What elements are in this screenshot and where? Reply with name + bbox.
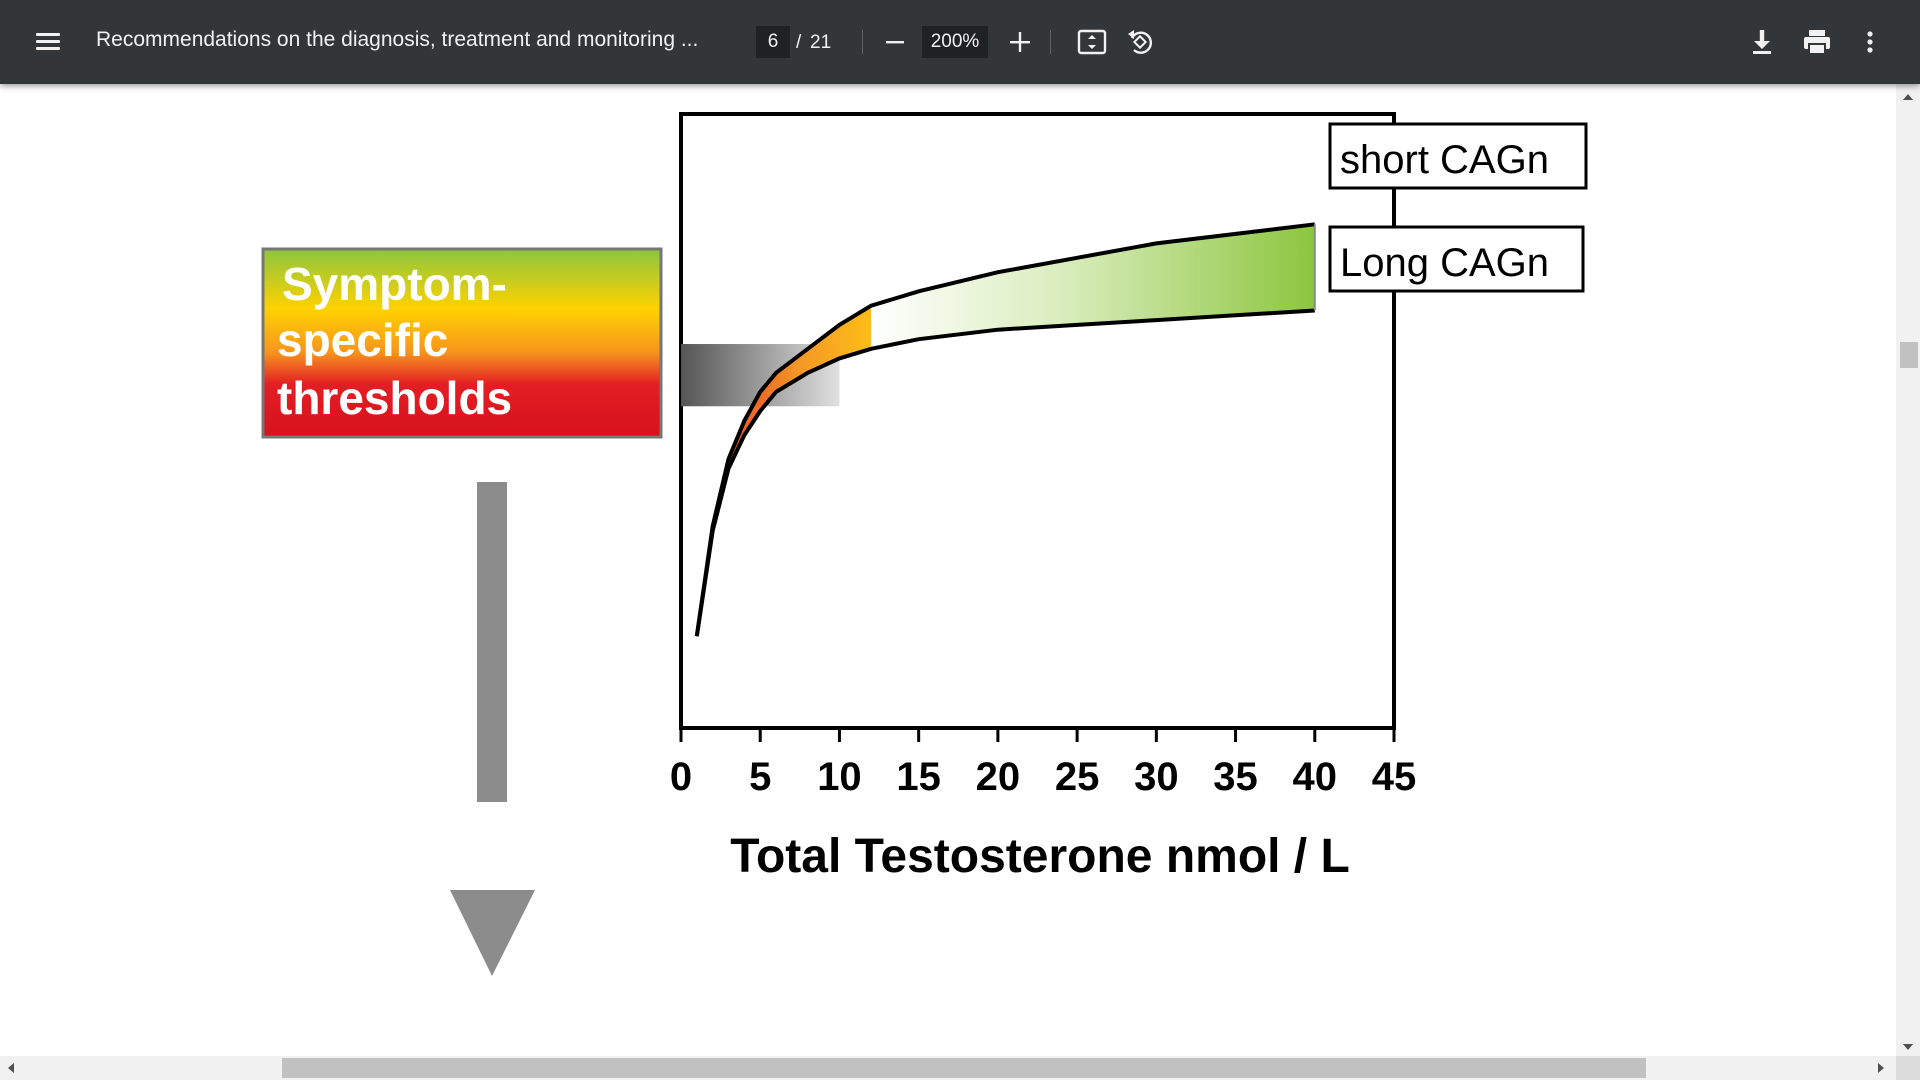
x-tick-label: 25 [1055,755,1100,799]
vertical-scroll-thumb[interactable] [1900,342,1918,368]
plus-icon [1010,32,1030,52]
x-tick-label: 40 [1293,755,1338,799]
x-axis-label: Total Testosterone nmol / L [730,830,1350,883]
download-icon [1753,30,1771,54]
threshold-label-line-2: specific [277,314,448,366]
minus-icon [886,41,904,44]
x-tick-label: 15 [896,755,941,799]
x-tick-label: 0 [670,755,692,799]
x-tick-label: 35 [1213,755,1258,799]
x-tick-label: 45 [1372,755,1417,799]
zoom-out-button[interactable] [880,26,910,58]
rotate-counterclockwise-icon [1128,30,1153,54]
vertical-scrollbar[interactable] [1896,84,1920,1056]
figure: Symptom- specific thresholds 0 5 10 15 20 25 3… [261,112,1588,976]
more-options-button[interactable] [1860,26,1880,58]
threshold-box: Symptom- specific thresholds [261,247,663,439]
document-viewer[interactable]: Symptom- specific thresholds 0 5 10 15 20 25 3… [0,84,1896,1056]
scroll-up-arrow-icon[interactable] [1902,92,1914,102]
x-axis: 0 5 10 15 20 25 30 35 40 45 [670,728,1416,799]
legend-label-short: short CAGn [1340,138,1549,182]
toolbar-divider [862,30,863,54]
scroll-down-arrow-icon[interactable] [1902,1042,1914,1052]
horizontal-scrollbar[interactable] [0,1056,1920,1080]
legend-short-cagn: short CAGn [1328,122,1588,190]
zoom-input[interactable] [922,26,988,58]
threshold-label-line-1: Symptom- [282,258,507,310]
scroll-right-arrow-icon[interactable] [1876,1062,1886,1074]
x-tick-label: 20 [976,755,1021,799]
pdf-toolbar: Recommendations on the diagnosis, treatm… [0,0,1920,84]
scroll-left-arrow-icon[interactable] [6,1062,16,1074]
zoom-in-button[interactable] [1004,26,1036,58]
more-vertical-icon [1867,31,1873,53]
fit-to-page-icon [1077,29,1107,55]
hamburger-menu-icon[interactable] [30,24,66,60]
x-tick-label: 10 [817,755,862,799]
print-icon [1804,30,1830,55]
legend-long-cagn: Long CAGn [1328,225,1585,293]
print-button[interactable] [1800,26,1834,58]
rotate-button[interactable] [1124,26,1156,58]
legend-label-long: Long CAGn [1340,241,1549,285]
plot-frame [679,112,1396,730]
down-arrow-icon [450,482,535,976]
page-total: 21 [810,32,832,53]
x-tick-label: 5 [749,755,771,799]
threshold-label-line-3: thresholds [277,372,512,424]
x-tick-label: 30 [1134,755,1179,799]
fit-to-page-button[interactable] [1076,28,1108,58]
horizontal-scroll-thumb[interactable] [282,1058,1646,1078]
page-number-input[interactable] [756,26,790,58]
scrollbar-corner [1896,1056,1920,1080]
document-title: Recommendations on the diagnosis, treatm… [96,28,699,51]
page-separator: / [796,32,802,53]
toolbar-divider [1050,30,1051,54]
download-button[interactable] [1746,26,1778,58]
